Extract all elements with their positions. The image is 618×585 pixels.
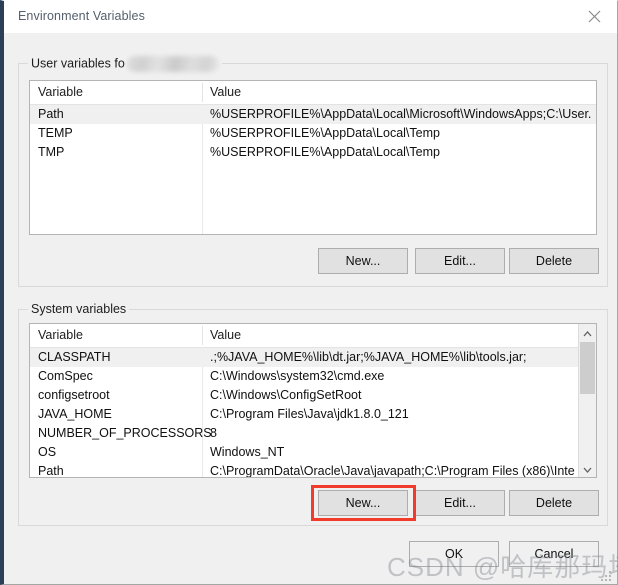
system-var-value: C:\Program Files\Java\jdk1.8.0_121 [210, 407, 409, 421]
system-variables-scrollbar[interactable] [578, 324, 596, 477]
chevron-down-icon [583, 460, 592, 478]
table-row[interactable]: OS Windows_NT [30, 443, 596, 462]
user-var-name: TEMP [38, 126, 73, 140]
resize-grip[interactable] [601, 569, 613, 581]
system-col-variable[interactable]: Variable [38, 328, 83, 342]
user-variables-legend-text: User variables fo [31, 56, 125, 71]
table-row[interactable]: NUMBER_OF_PROCESSORS 8 [30, 424, 596, 443]
system-var-value: C:\Windows\system32\cmd.exe [210, 369, 385, 383]
system-col-value[interactable]: Value [210, 328, 241, 342]
close-button[interactable] [572, 1, 617, 32]
ok-button[interactable]: OK [409, 541, 499, 567]
system-var-name: CLASSPATH [38, 350, 111, 364]
title-bar: Environment Variables [4, 1, 617, 34]
user-var-value: %USERPROFILE%\AppData\Local\Microsoft\Wi… [210, 107, 592, 121]
system-var-name: NUMBER_OF_PROCESSORS [38, 426, 212, 440]
table-row[interactable]: Path C:\ProgramData\Oracle\Java\javapath… [30, 462, 596, 478]
system-var-value: C:\ProgramData\Oracle\Java\javapath;C:\P… [210, 464, 575, 478]
system-variables-edit-button[interactable]: Edit... [415, 490, 505, 516]
system-variables-list[interactable]: Variable Value CLASSPATH .;%JAVA_HOME%\l… [29, 323, 597, 478]
user-col-variable[interactable]: Variable [38, 85, 83, 99]
system-variables-delete-button[interactable]: Delete [509, 490, 599, 516]
system-var-name: ComSpec [38, 369, 93, 383]
table-row[interactable]: Path %USERPROFILE%\AppData\Local\Microso… [30, 105, 596, 124]
chevron-up-icon [583, 324, 592, 342]
table-row[interactable]: JAVA_HOME C:\Program Files\Java\jdk1.8.0… [30, 405, 596, 424]
table-row[interactable]: ComSpec C:\Windows\system32\cmd.exe [30, 367, 596, 386]
window-title: Environment Variables [18, 9, 145, 23]
scrollbar-down-button[interactable] [579, 460, 596, 477]
user-variables-legend: User variables fo [28, 56, 222, 72]
user-variables-new-button[interactable]: New... [318, 248, 408, 274]
user-col-divider[interactable] [202, 83, 203, 102]
cancel-button[interactable]: Cancel [509, 541, 599, 567]
scrollbar-thumb[interactable] [580, 342, 595, 394]
environment-variables-dialog: Environment Variables User variables fo … [0, 0, 618, 585]
system-variables-rows: CLASSPATH .;%JAVA_HOME%\lib\dt.jar;%JAVA… [30, 348, 596, 478]
user-variables-list[interactable]: Variable Value Path %USERPROFILE%\AppDat… [29, 80, 597, 235]
user-var-name: TMP [38, 145, 65, 159]
table-row[interactable]: configsetroot C:\Windows\ConfigSetRoot [30, 386, 596, 405]
user-variables-delete-button[interactable]: Delete [509, 248, 599, 274]
system-var-name: JAVA_HOME [38, 407, 112, 421]
system-col-divider[interactable] [202, 326, 203, 345]
user-var-value: %USERPROFILE%\AppData\Local\Temp [210, 126, 440, 140]
user-var-value: %USERPROFILE%\AppData\Local\Temp [210, 145, 440, 159]
user-variables-list-header: Variable Value [30, 81, 596, 105]
system-var-value: 8 [210, 426, 217, 440]
user-variables-edit-button[interactable]: Edit... [415, 248, 505, 274]
system-variables-list-header: Variable Value [30, 324, 596, 348]
system-var-value: Windows_NT [210, 445, 285, 459]
system-var-value: C:\Windows\ConfigSetRoot [210, 388, 362, 402]
user-var-name: Path [38, 107, 64, 121]
user-col-value[interactable]: Value [210, 85, 241, 99]
system-var-value: .;%JAVA_HOME%\lib\dt.jar;%JAVA_HOME%\lib… [210, 350, 527, 364]
system-var-name: Path [38, 464, 64, 478]
table-row[interactable]: CLASSPATH .;%JAVA_HOME%\lib\dt.jar;%JAVA… [30, 348, 580, 367]
table-row[interactable]: TMP %USERPROFILE%\AppData\Local\Temp [30, 143, 596, 162]
table-row[interactable]: TEMP %USERPROFILE%\AppData\Local\Temp [30, 124, 596, 143]
close-icon [588, 10, 601, 23]
scrollbar-up-button[interactable] [579, 324, 596, 341]
system-var-name: configsetroot [38, 388, 110, 402]
system-variables-legend: System variables [28, 302, 130, 316]
user-variables-rows: Path %USERPROFILE%\AppData\Local\Microso… [30, 105, 596, 162]
system-variables-new-button[interactable]: New... [318, 490, 408, 516]
system-var-name: OS [38, 445, 57, 459]
redacted-username [126, 56, 219, 72]
